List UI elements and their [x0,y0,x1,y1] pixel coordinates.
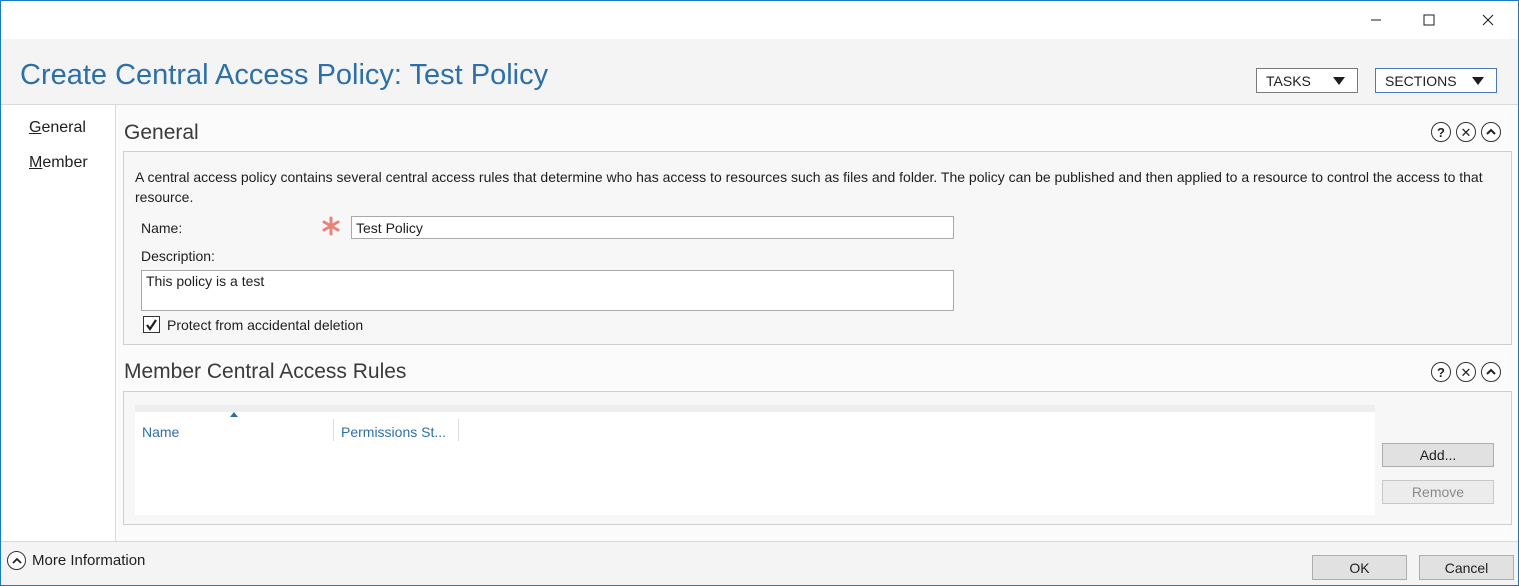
expand-icon [7,551,26,570]
dialog-footer: More Information OK Cancel [1,541,1518,585]
maximize-button[interactable] [1406,1,1452,39]
help-icon[interactable]: ? [1431,122,1451,142]
maximize-icon [1423,14,1435,26]
dialog-header: Create Central Access Policy: Test Polic… [1,39,1518,105]
sort-ascending-icon [230,412,238,417]
member-panel: Name Permissions St... Add... Remove [123,391,1512,525]
description-textarea[interactable]: This policy is a test [141,270,954,311]
member-section-title: Member Central Access Rules [124,360,407,383]
required-asterisk-icon [322,216,340,236]
add-button[interactable]: Add... [1382,443,1494,467]
column-header-permissions[interactable]: Permissions St... [334,419,459,441]
remove-button[interactable]: Remove [1382,480,1494,504]
nav-item-general[interactable]: General [29,119,86,137]
member-section-controls: ? ✕ [1431,362,1501,382]
name-input[interactable] [351,216,954,239]
tasks-label: TASKS [1266,72,1311,89]
caret-down-icon [1333,77,1345,85]
name-label: Name: [141,220,183,236]
caret-down-icon [1472,77,1484,85]
minimize-icon [1371,19,1381,21]
close-icon [1482,14,1494,26]
close-section-icon[interactable]: ✕ [1456,362,1476,382]
nav-accelerator: G [29,119,42,136]
nav-item-label: eneral [41,119,86,136]
nav-item-label: ember [42,154,88,171]
column-header-name[interactable]: Name [135,412,334,441]
more-information-toggle[interactable]: More Information [7,551,145,570]
page-title: Create Central Access Policy: Test Polic… [20,59,549,91]
chevron-up-icon [1486,368,1496,375]
caption-bar [1,1,1518,39]
section-description: A central access policy contains several… [135,169,1483,205]
checkmark-icon [146,319,157,331]
nav-accelerator: M [29,154,43,171]
close-section-icon[interactable]: ✕ [1456,122,1476,142]
nav-item-member[interactable]: Member [29,154,88,172]
ok-button[interactable]: OK [1312,555,1407,580]
collapse-icon[interactable] [1481,122,1501,142]
general-section-controls: ? ✕ [1431,122,1501,142]
column-header-label: Name [142,424,180,440]
sections-label: SECTIONS [1385,72,1457,89]
column-header-label: Permissions St... [341,424,447,440]
rules-grid[interactable]: Name Permissions St... [135,405,1375,515]
chevron-up-icon [1486,128,1496,135]
more-information-label: More Information [32,552,146,569]
tasks-dropdown[interactable]: TASKS [1256,68,1358,93]
cancel-button[interactable]: Cancel [1419,555,1514,580]
general-section-title: General [124,121,199,144]
sections-dropdown[interactable]: SECTIONS [1375,68,1497,93]
collapse-icon[interactable] [1481,362,1501,382]
protect-label[interactable]: Protect from accidental deletion [167,317,363,333]
minimize-button[interactable] [1353,1,1399,39]
help-icon[interactable]: ? [1431,362,1451,382]
chevron-up-icon [11,557,22,564]
general-panel: A central access policy contains several… [123,151,1512,345]
section-nav: General Member [1,105,116,541]
dialog-window: Create Central Access Policy: Test Polic… [0,0,1519,586]
close-button[interactable] [1465,1,1511,39]
description-label: Description: [141,248,215,264]
protect-checkbox[interactable] [143,316,160,333]
